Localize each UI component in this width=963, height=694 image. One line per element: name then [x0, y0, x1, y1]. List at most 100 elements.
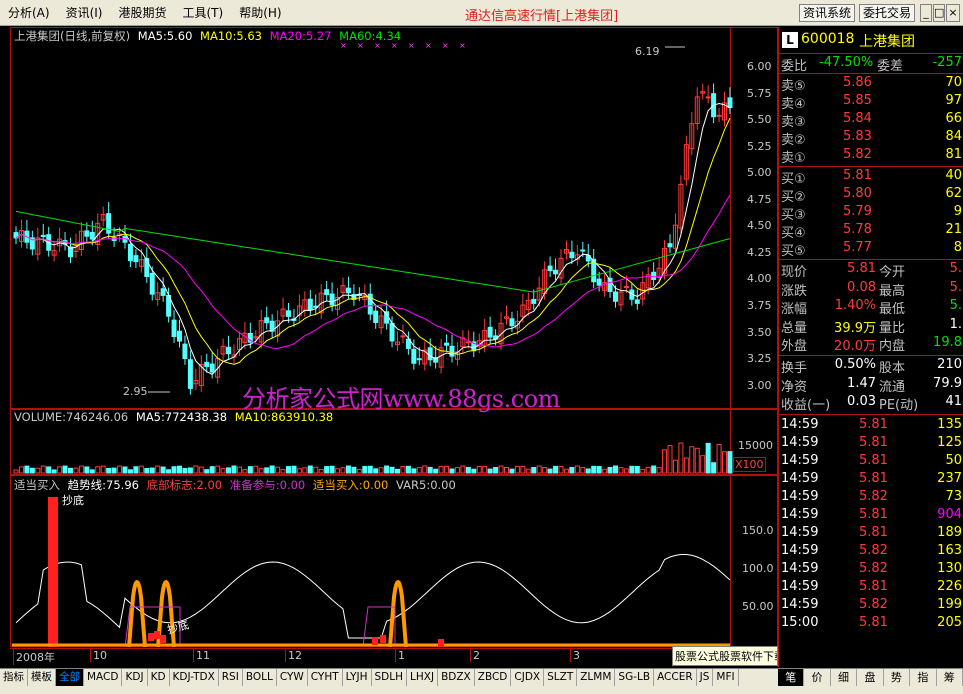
volume-bar — [727, 451, 733, 474]
price-tick-label: 5.75 — [747, 86, 772, 100]
indicator-tab[interactable]: JS — [697, 669, 714, 686]
volume-bar — [307, 465, 313, 474]
volume-bar — [395, 468, 400, 474]
maximize-button[interactable]: □ — [933, 4, 945, 22]
quote-tab[interactable]: 势 — [884, 669, 911, 686]
indicator-tab[interactable]: KD — [148, 669, 170, 686]
stat-label: 最高 — [879, 283, 906, 299]
indicator-tab[interactable]: ACCER — [654, 669, 697, 686]
quote-tab[interactable]: 筹 — [937, 669, 963, 686]
indicator-tab[interactable]: 全部 — [56, 669, 84, 686]
tick-price: 5.81 — [859, 417, 888, 432]
bottom-block — [154, 631, 160, 639]
quote-tab[interactable]: 盘 — [857, 669, 884, 686]
stat-label: 内盘 — [879, 339, 906, 354]
volume-bar — [149, 467, 155, 474]
sell-row: 卖④ 5.85 97 — [779, 93, 963, 112]
candle-body — [547, 265, 553, 272]
volume-bar — [525, 468, 531, 474]
indicator-tab[interactable]: ZBCD — [475, 669, 512, 686]
volume-bar — [242, 469, 248, 474]
quote-tab[interactable]: 细 — [831, 669, 858, 686]
volume-axis-tick: 15000 — [738, 439, 773, 452]
news-system-button[interactable]: 资讯系统 — [799, 4, 856, 22]
indicator-tab[interactable]: CYHT — [308, 669, 343, 686]
indicator-tab[interactable]: RSI — [219, 669, 243, 686]
order-divider — [779, 259, 963, 260]
indicator-tab[interactable]: 模板 — [28, 669, 56, 686]
price-tick-label: 5.50 — [747, 113, 772, 127]
time-axis: 2008年 10 11 12 1 2 3 — [10, 648, 730, 667]
indicator-tab[interactable]: LYJH — [343, 669, 372, 686]
tick-price: 5.81 — [859, 471, 888, 486]
volume-bar — [520, 465, 526, 474]
candle-body — [264, 317, 270, 324]
volume-bar — [13, 469, 19, 474]
volume-bar — [400, 465, 406, 474]
quote-tab[interactable]: 价 — [804, 669, 831, 686]
volume-bar — [18, 466, 24, 474]
buy-volume: 21 — [945, 222, 962, 237]
indicator-tab[interactable]: MFI — [713, 669, 739, 686]
stat-row: 涨幅 1.40% 最低 5. — [779, 298, 963, 317]
indicator-tab[interactable]: MACD — [84, 669, 123, 686]
ad-banner[interactable]: 股票公式股票软件下载[分析家公式网]www.88gs.com — [672, 646, 778, 666]
menu-help[interactable]: 帮助(H) — [231, 4, 289, 21]
menu-analysis[interactable]: 分析(A) — [0, 4, 58, 21]
indicator-tab[interactable]: 指标 — [0, 669, 28, 686]
tick-price: 5.81 — [859, 525, 888, 540]
volume-bar — [427, 466, 433, 474]
indicator-tab[interactable]: KDJ — [122, 669, 148, 686]
tick-row: 14:59 5.82 130 — [779, 561, 963, 579]
indicator-tab[interactable]: CJDX — [511, 669, 545, 686]
indicator-tab[interactable]: SG-LB — [615, 669, 655, 686]
volume-bar — [438, 465, 444, 474]
candle-body — [531, 298, 537, 304]
tick-price: 5.82 — [859, 489, 888, 504]
sell-volume: 97 — [945, 93, 962, 108]
stat-label: 最低 — [879, 302, 906, 317]
price-tick-label: 3.00 — [747, 378, 772, 392]
candle-body — [187, 359, 193, 389]
close-button[interactable]: × — [946, 4, 960, 22]
volume-bar — [117, 465, 123, 474]
indicator-tab[interactable]: SDLH — [372, 669, 408, 686]
volume-bar — [318, 468, 324, 474]
volume-bar — [580, 467, 586, 474]
volume-bar — [187, 467, 193, 474]
volume-bar — [716, 444, 722, 474]
indicator-tab[interactable]: CYW — [277, 669, 308, 686]
minimize-button[interactable]: _ — [920, 4, 932, 22]
quote-tab[interactable]: 指 — [910, 669, 937, 686]
stat-value: 1. — [949, 316, 962, 332]
sell-level-label: 卖① — [781, 151, 806, 166]
volume-bar — [705, 442, 711, 474]
candle-body — [634, 299, 640, 304]
indicator-tab[interactable]: BOLL — [243, 669, 277, 686]
fund-label: 流通 — [879, 379, 906, 395]
volume-bar — [51, 469, 57, 474]
candle-body — [345, 287, 351, 294]
buy-volume: 40 — [945, 168, 962, 183]
sell-price: 5.84 — [843, 111, 872, 126]
volume-bar — [449, 468, 455, 474]
menu-info[interactable]: 资讯(I) — [58, 4, 111, 21]
trade-button[interactable]: 委托交易 — [859, 4, 916, 22]
menu-tools[interactable]: 工具(T) — [175, 4, 232, 21]
volume-bar — [634, 465, 640, 474]
volume-bar — [416, 467, 422, 474]
indicator-tab[interactable]: BDZX — [438, 669, 475, 686]
menu-hk-futures[interactable]: 港股期货 — [110, 4, 174, 21]
chart-area[interactable]: 上港集团(日线,前复权) MA5:5.60 MA10:5.63 MA20:5.2… — [0, 27, 778, 667]
indicator-tab[interactable]: ZLMM — [577, 669, 616, 686]
stat-row: 现价 5.81 今开 5. — [779, 261, 963, 280]
volume-bar — [689, 446, 695, 474]
indicator-tab[interactable]: LHXJ — [407, 669, 439, 686]
tick-row: 14:59 5.81 237 — [779, 471, 963, 489]
tick-row: 14:59 5.81 135 — [779, 417, 963, 435]
volume-bar — [547, 468, 553, 474]
quote-tab[interactable]: 笔 — [778, 669, 805, 686]
indicator-tab[interactable]: KDJ-TDX — [170, 669, 219, 686]
candle-body — [416, 358, 422, 361]
indicator-tab[interactable]: SLZT — [544, 669, 578, 686]
